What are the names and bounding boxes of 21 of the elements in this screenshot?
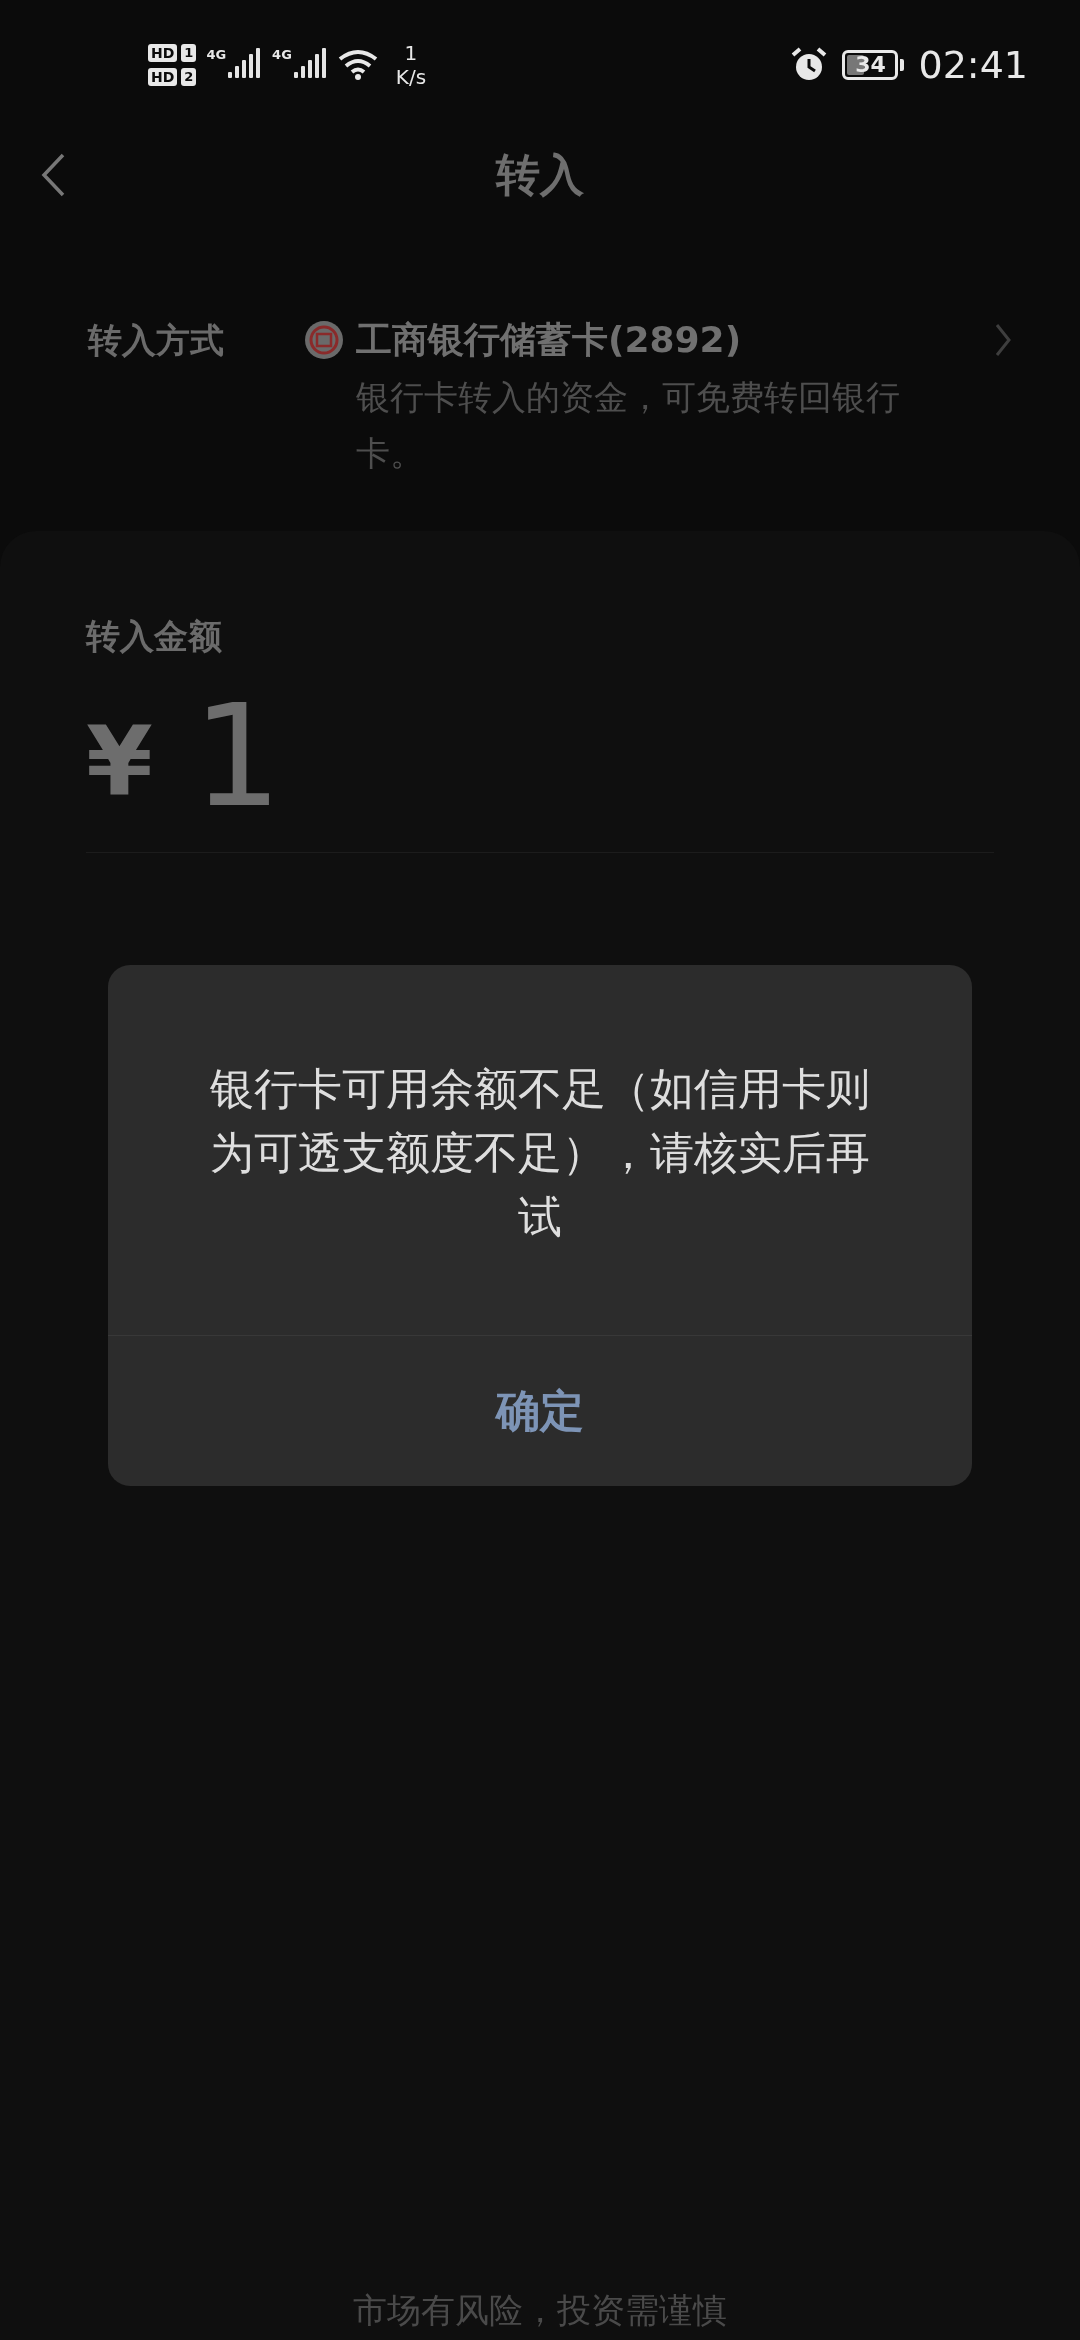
- dialog-message: 银行卡可用余额不足（如信用卡则为可透支额度不足），请核实后再试: [209, 1062, 871, 1244]
- risk-disclaimer: 市场有风险，投资需谨慎: [353, 2289, 727, 2332]
- bank-card-name[interactable]: 工商银行储蓄卡(2892): [356, 315, 742, 365]
- amount-label: 转入金额: [86, 615, 223, 658]
- method-note: 银行卡转入的资金，可免费转回银行卡。: [355, 376, 901, 475]
- amount-field[interactable]: ¥ 1: [86, 682, 994, 853]
- speed-value: 1: [404, 41, 418, 65]
- wifi-icon: [337, 49, 378, 81]
- clock: 02:41: [918, 41, 1028, 89]
- network-type: 4G: [272, 48, 292, 61]
- confirm-button[interactable]: 确定: [108, 1336, 972, 1486]
- hd-badge: HD: [148, 44, 178, 62]
- bank-logo-icon: [304, 320, 344, 360]
- method-label: 转入方式: [88, 319, 225, 362]
- back-icon[interactable]: [40, 152, 66, 198]
- sim-number: 1: [181, 44, 197, 62]
- network-type: 4G: [206, 48, 227, 61]
- hd-badge: HD: [148, 68, 178, 86]
- sim-number: 2: [181, 68, 197, 86]
- page-title: 转入: [496, 148, 584, 202]
- speed-unit: K/s: [395, 65, 427, 89]
